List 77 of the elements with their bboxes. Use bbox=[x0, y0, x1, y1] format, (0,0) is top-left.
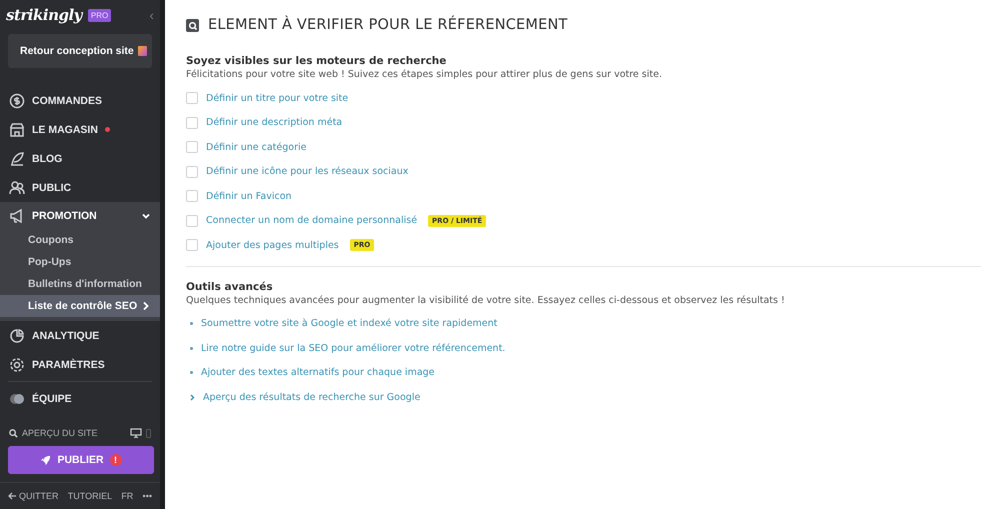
checkbox[interactable] bbox=[186, 166, 198, 178]
checkbox[interactable] bbox=[186, 116, 198, 129]
nav-icon bbox=[9, 150, 25, 166]
checkbox[interactable] bbox=[186, 92, 198, 104]
nav-label: PROMOTION bbox=[32, 210, 97, 222]
nav-label: LE MAGASIN bbox=[32, 124, 98, 136]
nav-label: ANALYTIQUE bbox=[32, 330, 100, 342]
task-link[interactable]: Définir un Favicon bbox=[206, 190, 292, 202]
tool-link[interactable]: Ajouter des textes alternatifs pour chaque image bbox=[201, 367, 435, 378]
more-button[interactable]: ••• bbox=[142, 491, 152, 501]
back-button[interactable]: Retour conception site bbox=[8, 34, 152, 68]
nav-icon bbox=[9, 356, 25, 372]
publish-button[interactable]: PUBLIER ! bbox=[8, 446, 154, 474]
nav-label: PARAMÈTRES bbox=[32, 358, 105, 370]
nav-item[interactable]: BLOG bbox=[0, 144, 160, 173]
back-label: Retour conception site bbox=[20, 45, 134, 57]
sub-nav-item[interactable]: Liste de contrôle SEO bbox=[0, 295, 160, 317]
nav-item[interactable]: ANALYTIQUE bbox=[0, 321, 160, 350]
task-link[interactable]: Connecter un nom de domaine personnalisé bbox=[206, 215, 418, 226]
monitor-icon[interactable] bbox=[130, 428, 142, 438]
checkbox[interactable] bbox=[186, 239, 198, 252]
section-heading: Outils avancés bbox=[186, 280, 274, 292]
nav-icon bbox=[9, 92, 25, 108]
phone-icon[interactable] bbox=[146, 428, 151, 438]
tool-link[interactable]: Aperçu des résultats de recherche sur Google bbox=[203, 392, 420, 403]
task-link[interactable]: Définir une icône pour les réseaux sociaux bbox=[206, 166, 408, 178]
footer-link[interactable]: TUTORIEL bbox=[68, 491, 112, 501]
nav-icon bbox=[9, 328, 25, 344]
nav-label: BLOG bbox=[32, 152, 62, 164]
nav-label: Pop-Ups bbox=[28, 256, 72, 268]
task-link[interactable]: Définir un titre pour votre site bbox=[206, 92, 348, 104]
nav-item[interactable]: LE MAGASIN bbox=[0, 115, 160, 144]
search-icon bbox=[9, 428, 18, 438]
bullet-icon bbox=[190, 346, 193, 350]
checkbox[interactable] bbox=[186, 190, 198, 202]
alert-badge: ! bbox=[110, 454, 122, 466]
arrow-left-icon bbox=[8, 492, 17, 500]
sub-nav-item[interactable]: Bulletins d'information bbox=[0, 273, 160, 295]
nav-label: Liste de contrôle SEO bbox=[28, 300, 138, 312]
nav-label: ÉQUIPE bbox=[32, 392, 72, 404]
section-intro: Félicitations pour votre site web ! Suivez ces étapes simples pour attirer plus de gens sur votre site. bbox=[186, 69, 663, 80]
page-icon bbox=[138, 46, 147, 56]
nav-item[interactable]: ÉQUIPE bbox=[0, 384, 160, 413]
task-link[interactable]: Définir une catégorie bbox=[206, 142, 306, 153]
checkbox[interactable] bbox=[186, 141, 198, 154]
nav-icon bbox=[9, 180, 25, 196]
nav-label: Bulletins d'information bbox=[28, 278, 142, 290]
section-heading: Soyez visibles sur les moteurs de recherche bbox=[186, 55, 448, 67]
plan-badge: PRO bbox=[88, 8, 112, 22]
task-link[interactable]: Ajouter des pages multiples bbox=[206, 240, 339, 251]
nav-item[interactable]: PARAMÈTRES bbox=[0, 350, 160, 379]
chevron-right-icon bbox=[190, 394, 195, 401]
search-page-icon bbox=[186, 18, 200, 32]
nav-item[interactable]: COMMANDES bbox=[0, 86, 160, 115]
nav-label: PUBLIC bbox=[32, 182, 72, 194]
site-preview-link[interactable]: APERÇU DU SITE bbox=[22, 428, 98, 438]
bullet-icon bbox=[190, 322, 193, 326]
logo: strikingly bbox=[6, 6, 82, 24]
chevron-right-icon bbox=[142, 301, 150, 311]
bullet-icon bbox=[190, 371, 193, 374]
nav-item[interactable]: PUBLIC bbox=[0, 173, 160, 202]
footer-link[interactable]: FR bbox=[121, 491, 134, 501]
quit-link[interactable]: QUITTER bbox=[19, 491, 58, 501]
tool-link[interactable]: Lire notre guide sur la SEO pour améliorer votre référencement. bbox=[201, 342, 506, 354]
nav-icon bbox=[9, 208, 25, 224]
nav-item[interactable]: PROMOTION bbox=[0, 202, 160, 229]
page-title: ELEMENT À VERIFIER POUR LE RÉFERENCEMENT bbox=[208, 17, 568, 33]
nav-label: Coupons bbox=[28, 234, 74, 246]
nav-icon bbox=[9, 122, 25, 138]
sub-nav-item[interactable]: Pop-Ups bbox=[0, 251, 160, 273]
nav-label: COMMANDES bbox=[32, 94, 102, 106]
sub-nav-item[interactable]: Coupons bbox=[0, 229, 160, 251]
checkbox[interactable] bbox=[186, 214, 198, 227]
section-intro: Quelques techniques avancées pour augmenter la visibilité de votre site. Essayez celles ci-dessous et observez les résultats ! bbox=[186, 294, 786, 306]
rocket-icon bbox=[40, 454, 52, 466]
tool-link[interactable]: Soumettre votre site à Google et indexé votre site rapidement bbox=[201, 318, 498, 330]
task-link[interactable]: Définir une description méta bbox=[206, 117, 342, 128]
